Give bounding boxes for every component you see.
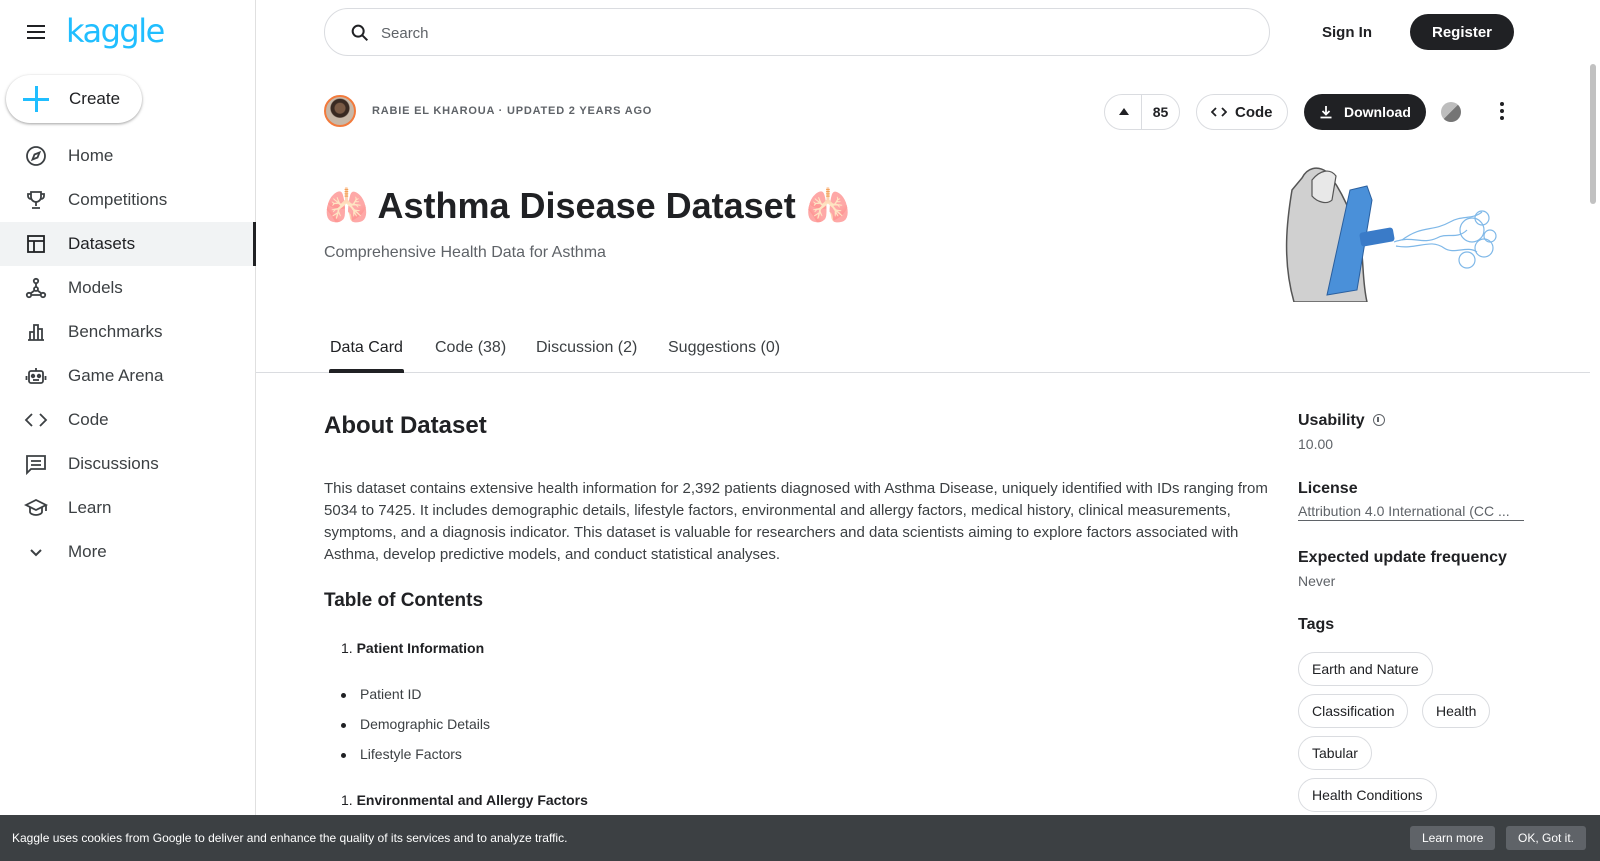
sidebar-nav: Home Competitions Datasets Models Benchm… (0, 134, 256, 574)
search-input[interactable] (381, 21, 1241, 45)
list-item: Demographic Details (341, 716, 490, 732)
search-bar (324, 8, 1270, 56)
sidebar-item-label: Learn (68, 498, 112, 517)
upvote-icon[interactable] (1105, 95, 1142, 129)
compass-icon (24, 144, 48, 168)
usability-label: Usability (1298, 412, 1365, 429)
toc-section-title: Environmental and Allergy Factors (356, 792, 588, 808)
tag-chip[interactable]: Health Conditions (1298, 778, 1437, 812)
menu-icon[interactable] (24, 22, 48, 42)
create-button[interactable]: Create (6, 75, 142, 123)
bar-chart-icon (24, 320, 48, 344)
tab-code[interactable]: Code (38) (435, 339, 506, 373)
sidebar-item-benchmarks[interactable]: Benchmarks (0, 310, 256, 354)
toc-heading: Table of Contents (324, 590, 484, 611)
chevron-down-icon (24, 540, 48, 564)
tag-chip[interactable]: Health (1422, 694, 1491, 728)
list-item: Patient ID (340, 686, 422, 702)
toc-section-title: Patient Information (356, 640, 485, 656)
accept-cookies-button[interactable]: OK, Got it. (1506, 826, 1587, 850)
sidebar-item-label: Game Arena (68, 366, 164, 385)
search-icon (349, 22, 371, 44)
usability-value: 10.00 (1298, 436, 1334, 452)
page-scrollbar[interactable] (1590, 64, 1596, 204)
license-link[interactable]: Attribution 4.0 International (CC ... (1298, 503, 1524, 521)
author-update-line: RABIE EL KHAROUA · UPDATED 2 YEARS AGO (372, 105, 653, 117)
tag-chip[interactable]: Earth and Nature (1298, 652, 1433, 686)
models-icon (24, 276, 48, 300)
tab-data-card[interactable]: Data Card (329, 339, 404, 373)
trophy-icon (24, 188, 48, 212)
code-icon (24, 408, 48, 432)
list-item: 1. Patient Information (341, 640, 484, 656)
sidebar-item-home[interactable]: Home (0, 134, 256, 178)
top-bar: Sign In Register (256, 0, 1600, 64)
theme-toggle-icon[interactable] (1441, 102, 1461, 122)
page-subtitle: Comprehensive Health Data for Asthma (324, 244, 606, 261)
list-number: 1. (341, 640, 353, 656)
sidebar-item-discussions[interactable]: Discussions (0, 442, 256, 486)
sidebar-item-code[interactable]: Code (0, 398, 256, 442)
code-button-label: Code (1235, 103, 1273, 121)
tag-chip[interactable]: Tabular (1298, 736, 1372, 770)
register-button[interactable]: Register (1410, 14, 1514, 50)
school-icon (23, 496, 49, 520)
sidebar-header: kaggle (0, 0, 256, 64)
cookie-text: Kaggle uses cookies from Google to deliv… (12, 831, 568, 845)
sidebar-item-label: Code (68, 410, 109, 429)
update-frequency-heading: Expected update frequency (1298, 549, 1507, 566)
cookie-banner: Kaggle uses cookies from Google to deliv… (0, 815, 1600, 861)
sidebar-item-datasets[interactable]: Datasets (0, 222, 256, 266)
learn-more-button[interactable]: Learn more (1410, 826, 1496, 850)
table-icon (24, 232, 48, 256)
sidebar-item-label: Discussions (68, 454, 159, 473)
tab-discussion[interactable]: Discussion (2) (536, 339, 637, 373)
avatar[interactable] (324, 95, 356, 127)
sidebar-item-learn[interactable]: Learn (0, 486, 256, 530)
vote-widget: 85 (1104, 94, 1180, 130)
more-vert-icon[interactable] (1490, 100, 1514, 124)
download-button[interactable]: Download (1304, 94, 1426, 130)
info-icon[interactable] (1372, 414, 1385, 426)
sidebar-item-label: Home (68, 146, 114, 165)
description-paragraph: This dataset contains extensive health i… (324, 480, 1268, 563)
sidebar: kaggle Create Home Competitions Datasets… (0, 0, 256, 861)
sidebar-item-label: Models (68, 278, 123, 297)
sidebar-item-label: Competitions (68, 190, 168, 209)
list-item: 1. Environmental and Allergy Factors (341, 792, 588, 808)
license-heading: License (1298, 480, 1358, 497)
vote-count: 85 (1152, 104, 1169, 120)
comment-icon (24, 452, 48, 476)
list-item: Lifestyle Factors (341, 746, 462, 762)
download-button-label: Download (1344, 104, 1411, 120)
robot-icon (24, 364, 48, 388)
usability-heading: Usability (1298, 412, 1385, 430)
sidebar-item-game-arena[interactable]: Game Arena (0, 354, 256, 398)
tag-chip[interactable]: Classification (1298, 694, 1409, 728)
create-label: Create (69, 89, 121, 108)
dataset-cover-image (1285, 167, 1497, 302)
sign-in-button[interactable]: Sign In (1297, 14, 1397, 50)
sidebar-item-competitions[interactable]: Competitions (0, 178, 256, 222)
tab-suggestions[interactable]: Suggestions (0) (668, 339, 780, 373)
sidebar-item-label: Benchmarks (68, 322, 163, 341)
tags-heading: Tags (1298, 616, 1335, 633)
tab-bar: Data Card Code (38) Discussion (2) Sugge… (256, 333, 1590, 373)
update-frequency-value: Never (1298, 573, 1336, 589)
sidebar-item-label: More (68, 542, 107, 561)
about-heading: About Dataset (324, 412, 487, 439)
page-title: 🫁 Asthma Disease Dataset 🫁 (324, 185, 851, 226)
sidebar-item-label: Datasets (68, 234, 136, 253)
code-button[interactable]: Code (1196, 94, 1288, 130)
download-icon (1320, 106, 1332, 119)
code-icon (1211, 107, 1227, 117)
sidebar-item-more[interactable]: More (0, 530, 256, 574)
kaggle-logo[interactable]: kaggle (66, 12, 165, 50)
sidebar-item-models[interactable]: Models (0, 266, 256, 310)
plus-icon (23, 86, 49, 112)
list-number: 1. (341, 792, 353, 808)
